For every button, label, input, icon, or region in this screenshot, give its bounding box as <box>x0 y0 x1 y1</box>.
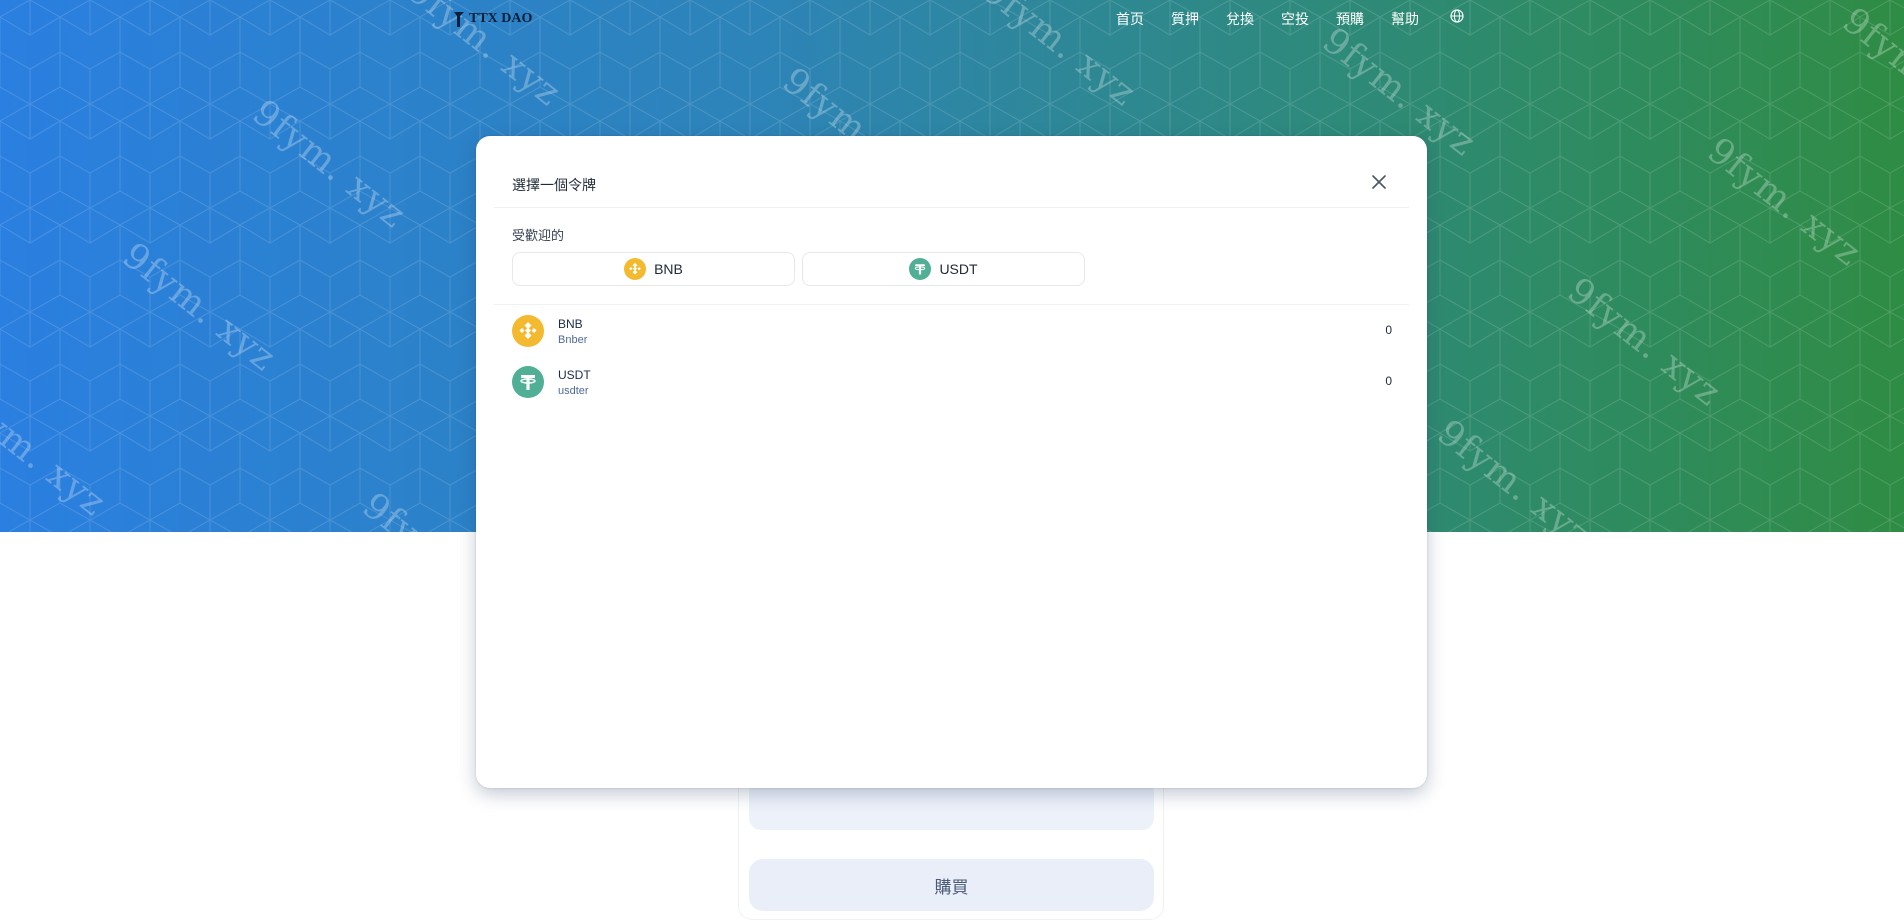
token-row-bnb[interactable]: BNB Bnber 0 <box>512 315 1392 355</box>
modal-title: 選擇一個令牌 <box>512 177 596 193</box>
token-name: usdter <box>558 385 589 397</box>
brand-name: TTX DAO <box>469 11 533 26</box>
modal-header: 選擇一個令牌 <box>476 136 1427 208</box>
nav-stake[interactable]: 質押 <box>1171 9 1199 29</box>
popular-label: 受歡迎的 <box>512 228 565 243</box>
token-name: Bnber <box>558 334 588 346</box>
close-icon <box>1372 175 1386 189</box>
usdt-icon <box>909 258 932 280</box>
close-button[interactable] <box>1369 172 1389 192</box>
top-nav: 首页 質押 兌換 空投 預購 幫助 <box>1116 9 1419 29</box>
buy-button[interactable]: 購買 <box>749 859 1154 911</box>
chip-label: USDT <box>939 261 978 277</box>
chip-label: BNB <box>654 261 683 277</box>
token-symbol: BNB <box>558 317 583 331</box>
logo-icon <box>454 12 464 27</box>
globe-icon <box>1450 9 1464 23</box>
token-select-modal: 選擇一個令牌 受歡迎的 BNB USDT BNB Bnber 0 USDT us… <box>476 136 1427 788</box>
nav-swap[interactable]: 兌換 <box>1226 9 1254 29</box>
popular-token-bnb[interactable]: BNB <box>512 252 795 286</box>
divider <box>494 207 1409 208</box>
divider <box>494 304 1409 305</box>
bnb-icon <box>512 315 544 347</box>
language-switcher[interactable] <box>1450 9 1464 26</box>
nav-presale[interactable]: 預購 <box>1336 9 1364 29</box>
nav-help[interactable]: 幫助 <box>1391 9 1419 29</box>
token-balance: 0 <box>1385 323 1392 337</box>
nav-airdrop[interactable]: 空投 <box>1281 9 1309 29</box>
token-row-usdt[interactable]: USDT usdter 0 <box>512 366 1392 406</box>
bnb-icon <box>624 258 647 280</box>
nav-home[interactable]: 首页 <box>1116 9 1144 29</box>
brand-logo[interactable]: TTX DAO <box>453 10 532 28</box>
usdt-icon <box>512 366 544 398</box>
token-symbol: USDT <box>558 368 591 382</box>
token-balance: 0 <box>1385 374 1392 388</box>
popular-token-usdt[interactable]: USDT <box>802 252 1085 286</box>
